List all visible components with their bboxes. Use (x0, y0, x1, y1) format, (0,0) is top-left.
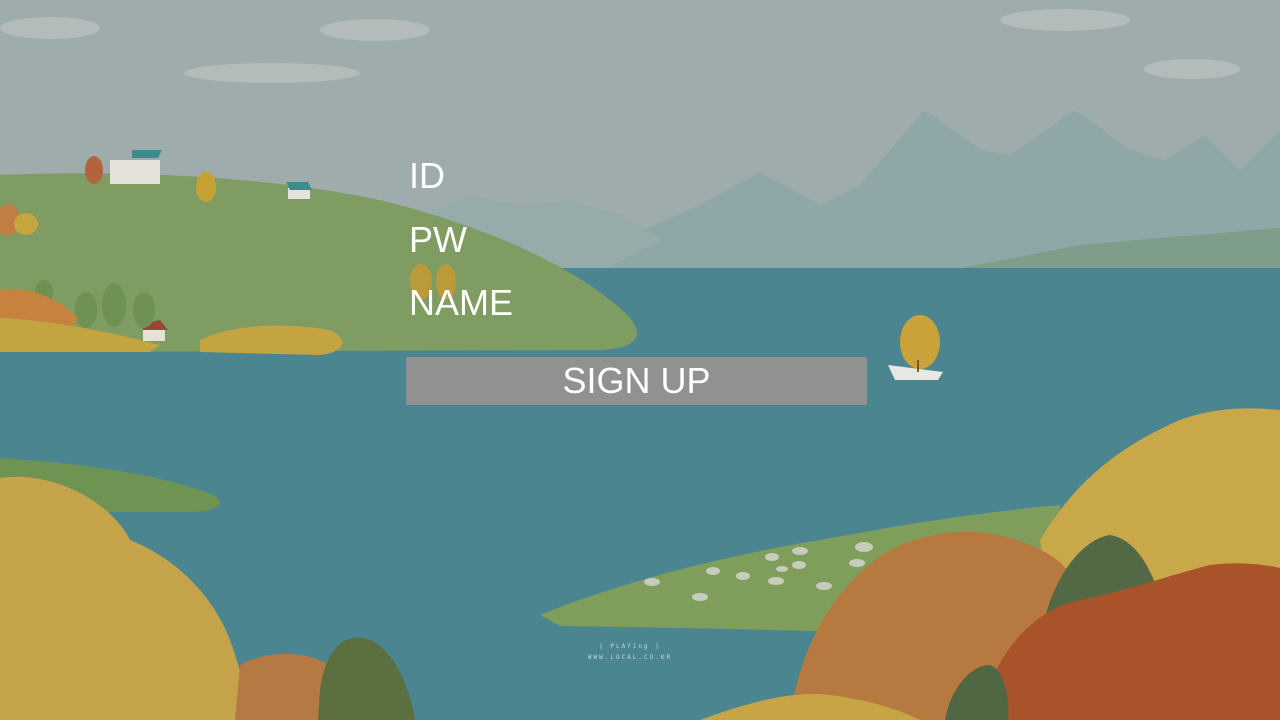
signup-button[interactable]: SIGN UP (406, 357, 867, 405)
watermark-top: | PLAYing | (599, 643, 661, 650)
pw-input[interactable] (409, 218, 867, 262)
watermark-bottom: WWW.LOCAL.CO.KR (587, 654, 673, 661)
id-input[interactable] (409, 154, 867, 198)
name-input[interactable] (409, 281, 867, 325)
